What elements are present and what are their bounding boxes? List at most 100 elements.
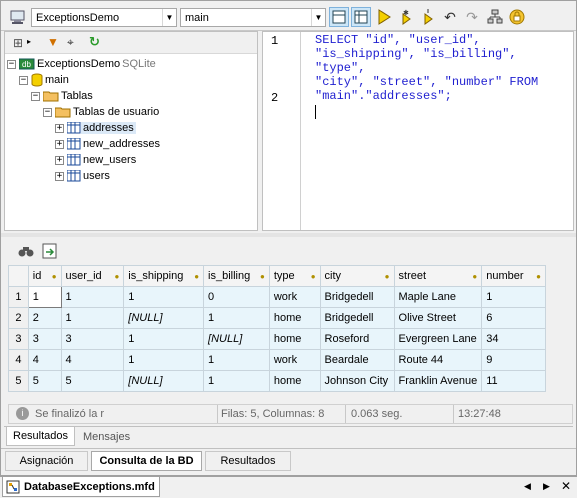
table-cell[interactable]: work — [268, 349, 321, 371]
options-button[interactable] — [485, 7, 505, 27]
layout-horizontal-button[interactable] — [351, 7, 371, 27]
table-cell[interactable]: 1 — [27, 286, 62, 308]
tab-consulta-bd[interactable]: Consulta de la BD — [91, 451, 202, 471]
column-menu-icon[interactable]: ● — [260, 272, 265, 281]
table-cell[interactable]: Bridgedell — [319, 307, 395, 329]
import-button[interactable] — [418, 7, 438, 27]
tree-node-datasource[interactable]: − db ExceptionsDemo SQLite — [7, 56, 257, 72]
column-menu-icon[interactable]: ● — [311, 272, 316, 281]
table-row[interactable]: 5 5 5 [NULL] 1 home Johnson City Franklin Avenu… — [8, 370, 546, 392]
filter-icon[interactable]: ▼ — [47, 35, 59, 49]
locate-icon[interactable]: ⌖ — [67, 35, 74, 50]
tab-mensajes[interactable]: Mensajes — [77, 427, 136, 446]
collapse-icon[interactable]: − — [19, 75, 28, 85]
tab-resultados[interactable]: Resultados — [6, 427, 76, 446]
tree-node-schema[interactable]: − main — [7, 72, 257, 88]
collapse-icon[interactable]: − — [31, 91, 40, 101]
table-cell[interactable]: 1 — [123, 349, 205, 371]
table-cell[interactable]: home — [268, 370, 321, 392]
row-number[interactable]: 1 — [8, 286, 29, 308]
row-number[interactable]: 2 — [8, 307, 29, 329]
table-cell[interactable]: 9 — [481, 349, 546, 371]
table-cell[interactable]: 1 — [203, 307, 270, 329]
sql-editor[interactable]: 1 2 SELECT "id", "user_id", "is_shipping… — [262, 31, 574, 231]
pane-splitter[interactable] — [1, 233, 576, 237]
table-cell[interactable]: 1 — [481, 286, 546, 308]
undo-button[interactable]: ↶ — [440, 7, 460, 27]
table-cell[interactable]: 5 — [27, 370, 62, 392]
table-cell[interactable]: 1 — [203, 349, 270, 371]
table-cell[interactable]: [NULL] — [123, 370, 205, 392]
tree-node-user-tables[interactable]: − Tablas de usuario — [7, 104, 257, 120]
column-header[interactable]: type ● — [268, 265, 321, 287]
table-cell[interactable]: Evergreen Lane — [393, 328, 483, 350]
table-cell[interactable]: 4 — [27, 349, 62, 371]
find-button[interactable] — [18, 244, 34, 261]
lock-button[interactable] — [507, 7, 527, 27]
datasource-select[interactable]: ExceptionsDemo ▼ — [31, 8, 177, 27]
table-cell[interactable]: 5 — [60, 370, 125, 392]
expand-icon[interactable]: + — [55, 171, 64, 181]
tree-node-table[interactable]: + users — [7, 168, 257, 184]
table-cell[interactable]: 6 — [481, 307, 546, 329]
layout-vertical-button[interactable] — [329, 7, 349, 27]
table-cell[interactable]: 2 — [27, 307, 62, 329]
tab-resultados-salida[interactable]: Resultados — [205, 451, 291, 471]
table-cell[interactable]: 0 — [203, 286, 270, 308]
collapse-icon[interactable]: − — [43, 107, 52, 117]
table-cell[interactable]: Roseford — [319, 328, 395, 350]
table-cell[interactable]: 34 — [481, 328, 546, 350]
document-tab[interactable]: DatabaseExceptions.mfd — [2, 477, 160, 497]
schema-select[interactable]: main ▼ — [180, 8, 326, 27]
table-cell[interactable]: work — [268, 286, 321, 308]
table-cell[interactable]: home — [268, 328, 321, 350]
row-number[interactable]: 3 — [8, 328, 29, 350]
column-menu-icon[interactable]: ● — [385, 272, 390, 281]
column-menu-icon[interactable]: ● — [52, 272, 57, 281]
table-row[interactable]: 1 1 1 1 0 work Bridgedell Maple Lane 1 — [8, 286, 546, 308]
row-number[interactable]: 5 — [8, 370, 29, 392]
collapse-icon[interactable]: − — [7, 59, 16, 69]
column-header[interactable]: number ● — [481, 265, 546, 287]
column-header[interactable]: id ● — [27, 265, 62, 287]
table-cell[interactable]: Beardale — [319, 349, 395, 371]
table-cell[interactable]: [NULL] — [203, 328, 270, 350]
add-object-icon[interactable]: ⊞ — [13, 36, 23, 50]
column-menu-icon[interactable]: ● — [114, 272, 119, 281]
redo-button[interactable]: ↷ — [462, 7, 482, 27]
table-cell[interactable]: Johnson City — [319, 370, 395, 392]
column-header[interactable]: user_id ● — [60, 265, 125, 287]
tree-node-table[interactable]: + new_addresses — [7, 136, 257, 152]
table-row[interactable]: 2 2 1 [NULL] 1 home Bridgedell Olive Street 6 — [8, 307, 546, 329]
table-cell[interactable]: Bridgedell — [319, 286, 395, 308]
column-menu-icon[interactable]: ● — [536, 272, 541, 281]
scroll-right-icon[interactable]: ▶ — [543, 481, 550, 492]
tree-node-table[interactable]: + new_users — [7, 152, 257, 168]
column-header[interactable]: is_billing ● — [203, 265, 270, 287]
column-menu-icon[interactable]: ● — [194, 272, 199, 281]
table-cell[interactable]: 4 — [60, 349, 125, 371]
table-cell[interactable]: 11 — [481, 370, 546, 392]
column-header[interactable]: city ● — [319, 265, 395, 287]
execute-button[interactable] — [374, 7, 394, 27]
table-cell[interactable]: 1 — [123, 286, 205, 308]
table-cell[interactable]: 3 — [60, 328, 125, 350]
execute-for-update-button[interactable]: ✱ — [396, 7, 416, 27]
table-cell[interactable]: 1 — [60, 286, 125, 308]
table-row[interactable]: 3 3 3 1 [NULL] home Roseford Evergreen Lane 34 — [8, 328, 546, 350]
table-row[interactable]: 4 4 4 1 1 work Beardale Route 44 9 — [8, 349, 546, 371]
close-icon[interactable]: ✕ — [561, 479, 571, 493]
expand-icon[interactable]: + — [55, 155, 64, 165]
table-cell[interactable]: Maple Lane — [393, 286, 483, 308]
table-cell[interactable]: 1 — [123, 328, 205, 350]
table-cell[interactable]: Franklin Avenue — [393, 370, 483, 392]
table-cell[interactable]: home — [268, 307, 321, 329]
tree-node-table[interactable]: + addresses — [7, 120, 257, 136]
export-button[interactable] — [42, 243, 58, 262]
refresh-icon[interactable]: ↻ — [89, 34, 100, 50]
table-cell[interactable]: 1 — [60, 307, 125, 329]
column-header[interactable]: street ● — [393, 265, 483, 287]
table-cell[interactable]: [NULL] — [123, 307, 205, 329]
table-cell[interactable]: Route 44 — [393, 349, 483, 371]
table-cell[interactable]: 3 — [27, 328, 62, 350]
